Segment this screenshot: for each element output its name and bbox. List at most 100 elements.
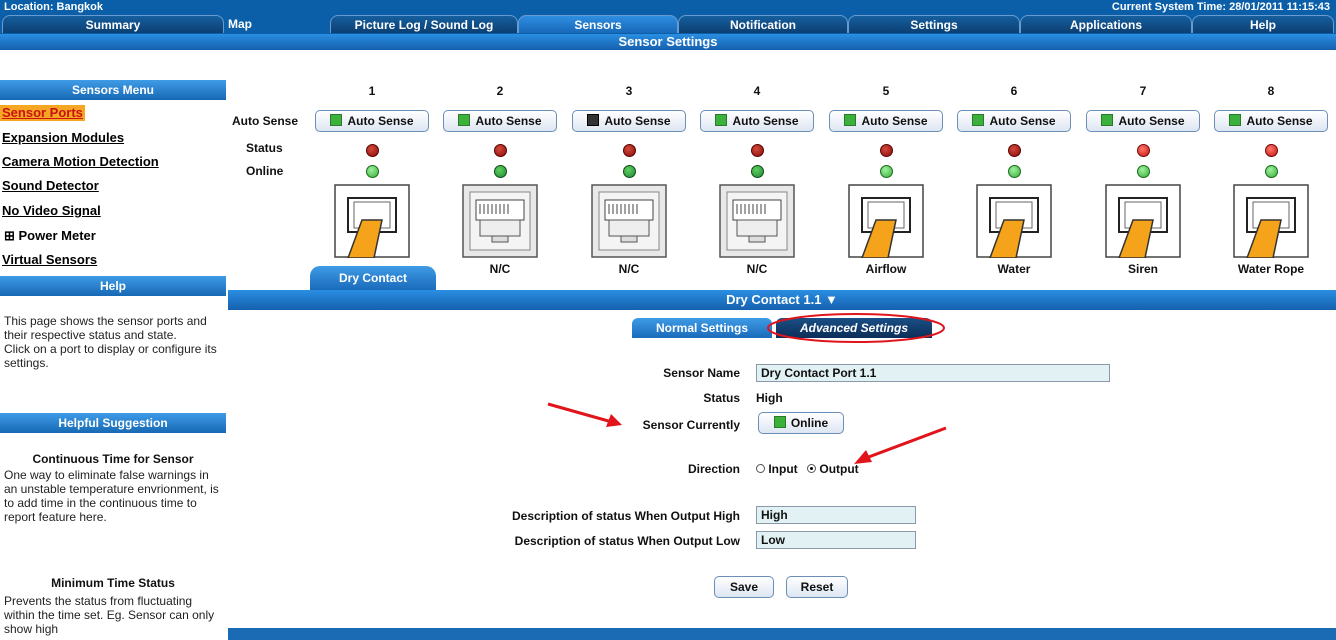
port-label: Airflow <box>865 262 907 276</box>
status-led-icon <box>623 144 636 157</box>
helpful-suggestion-header: Helpful Suggestion <box>0 413 226 433</box>
sidebar-item-virtual-sensors[interactable]: Virtual Sensors <box>2 252 97 268</box>
annotation-arrow-icon <box>547 402 622 427</box>
plugged-port-icon[interactable] <box>1105 184 1181 258</box>
sidebar-item-sensor-ports[interactable]: Sensor Ports <box>0 105 85 121</box>
output-high-label: Description of status When Output High <box>512 509 740 523</box>
page-title: Sensor Settings <box>0 34 1336 50</box>
sidebar-item-no-video-signal[interactable]: No Video Signal <box>2 203 101 219</box>
green-square-icon <box>715 114 728 126</box>
port-number: 6 <box>1010 84 1018 98</box>
auto-sense-button[interactable]: Auto Sense <box>700 110 814 132</box>
port-label: Siren <box>1127 262 1158 276</box>
system-time-label: Current System Time: 28/01/2011 11:15:43 <box>1111 1 1330 13</box>
sensor-panel-title[interactable]: Dry Contact 1.1 ▼ <box>228 290 1336 310</box>
annotation-arrow-icon <box>854 426 947 464</box>
button-label: Auto Sense <box>1118 114 1185 128</box>
status-led-icon <box>1137 144 1150 157</box>
reset-button[interactable]: Reset <box>786 576 848 598</box>
radio-output[interactable] <box>807 464 817 473</box>
status-led-icon <box>751 144 764 157</box>
radio-input[interactable] <box>756 464 765 473</box>
tip-title: Continuous Time for Sensor <box>32 452 194 466</box>
button-label: Auto Sense <box>604 114 671 128</box>
online-led-icon <box>1137 165 1150 178</box>
highlight-ellipse-icon <box>767 313 945 343</box>
button-label: Auto Sense <box>989 114 1056 128</box>
online-led-icon <box>623 165 636 178</box>
tab-normal-settings[interactable]: Normal Settings <box>632 318 772 338</box>
tab-applications[interactable]: Applications <box>1020 15 1192 33</box>
tip-title: Minimum Time Status <box>51 576 175 590</box>
green-square-icon <box>458 114 471 126</box>
status-led-icon <box>494 144 507 157</box>
status-led-icon <box>366 144 379 157</box>
tab-map[interactable]: Map <box>180 15 300 33</box>
button-label: Auto Sense <box>1246 114 1313 128</box>
plugged-port-icon[interactable] <box>976 184 1052 258</box>
plugged-port-icon[interactable] <box>848 184 924 258</box>
tab-help[interactable]: Help <box>1192 15 1334 33</box>
sensors-menu-header: Sensors Menu <box>0 80 226 100</box>
auto-sense-button[interactable]: Auto Sense <box>572 110 686 132</box>
port-number: 1 <box>368 84 376 98</box>
port-number: 3 <box>625 84 633 98</box>
sidebar-item-expansion-modules[interactable]: Expansion Modules <box>2 130 124 146</box>
port-number: 7 <box>1139 84 1147 98</box>
direction-radio-group: Input Output <box>756 462 859 476</box>
sidebar-item-camera-motion[interactable]: Camera Motion Detection <box>2 154 159 170</box>
empty-port-icon[interactable] <box>719 184 795 258</box>
port-label: Water Rope <box>1237 262 1305 276</box>
status-led-icon <box>880 144 893 157</box>
tab-picture-log[interactable]: Picture Log / Sound Log <box>330 15 518 33</box>
help-header: Help <box>0 276 226 296</box>
tab-notification[interactable]: Notification <box>678 15 848 33</box>
auto-sense-button[interactable]: Auto Sense <box>957 110 1071 132</box>
auto-sense-button[interactable]: Auto Sense <box>443 110 557 132</box>
output-low-input[interactable]: Low <box>756 531 916 549</box>
output-low-label: Description of status When Output Low <box>514 534 740 548</box>
tip-text: Prevents the status from fluctuating wit… <box>4 594 215 636</box>
port-number: 8 <box>1267 84 1275 98</box>
empty-port-icon[interactable] <box>462 184 538 258</box>
port-label: Water <box>997 262 1031 276</box>
auto-sense-button[interactable]: Auto Sense <box>315 110 429 132</box>
plugged-port-icon[interactable] <box>1233 184 1309 258</box>
sensor-name-label: Sensor Name <box>663 366 740 380</box>
green-square-icon <box>1101 114 1114 126</box>
online-state-button[interactable]: Online <box>758 412 844 434</box>
status-led-icon <box>1265 144 1278 157</box>
black-square-icon <box>587 114 600 126</box>
sensor-name-input[interactable]: Dry Contact Port 1.1 <box>756 364 1110 382</box>
online-led-icon <box>751 165 764 178</box>
port-label: N/C <box>489 262 511 276</box>
empty-port-icon[interactable] <box>591 184 667 258</box>
button-label: Auto Sense <box>347 114 414 128</box>
green-square-icon <box>773 416 786 428</box>
port-tab-dry-contact[interactable]: Dry Contact <box>310 266 436 290</box>
online-row-label: Online <box>246 164 284 178</box>
auto-sense-button[interactable]: Auto Sense <box>829 110 943 132</box>
auto-sense-button[interactable]: Auto Sense <box>1214 110 1328 132</box>
save-button[interactable]: Save <box>714 576 774 598</box>
plugged-port-icon[interactable] <box>334 184 410 258</box>
port-number: 2 <box>496 84 504 98</box>
online-led-icon <box>880 165 893 178</box>
top-status-bar: Location: Bangkok Current System Time: 2… <box>0 0 1336 14</box>
online-led-icon <box>1265 165 1278 178</box>
green-square-icon <box>330 114 343 126</box>
port-label: N/C <box>618 262 640 276</box>
location-label: Location: Bangkok <box>4 1 104 13</box>
port-number: 4 <box>753 84 761 98</box>
status-value: High <box>756 391 783 405</box>
online-led-icon <box>494 165 507 178</box>
sidebar-item-power-meter[interactable]: ⊞ Power Meter <box>4 228 96 244</box>
tab-settings[interactable]: Settings <box>848 15 1020 33</box>
status-led-icon <box>1008 144 1021 157</box>
radio-input-label: Input <box>768 462 798 476</box>
nav-tabs: Summary Map Picture Log / Sound Log Sens… <box>0 14 1336 50</box>
auto-sense-button[interactable]: Auto Sense <box>1086 110 1200 132</box>
sidebar-item-sound-detector[interactable]: Sound Detector <box>2 178 99 194</box>
tab-sensors[interactable]: Sensors <box>518 15 678 33</box>
output-high-input[interactable]: High <box>756 506 916 524</box>
